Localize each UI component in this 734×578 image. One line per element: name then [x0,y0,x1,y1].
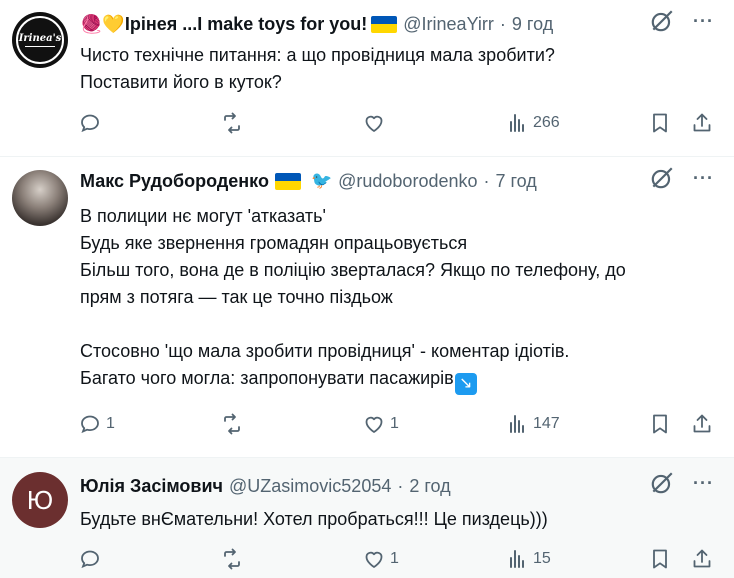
tweet-time[interactable]: 7 год [496,171,537,192]
separator-dot: · [499,13,506,34]
heart-icon [365,115,383,132]
bookmark-button[interactable] [648,412,672,436]
reply-icon [81,415,99,434]
bookmark-icon [653,414,667,434]
tweet-text: Чисто технічне питання: а що провідниця … [80,45,555,92]
author-handle[interactable]: @UZasimovic52054 [229,476,391,497]
avatar[interactable]: Irinea's [12,12,68,68]
share-button[interactable] [690,412,714,436]
heart-icon [365,416,383,433]
avatar[interactable]: Ю [12,472,68,528]
action-bar: 266 [78,111,714,139]
views-button[interactable]: 147 [505,412,560,436]
retweet-icon [224,413,240,435]
bookmark-button[interactable] [648,111,672,135]
author-handle[interactable]: @IrineaYirr [403,14,494,35]
like-button[interactable]: 1 [362,412,399,436]
views-button[interactable]: 266 [505,111,560,135]
views-icon [510,550,524,568]
heart-icon [365,551,383,568]
avatar-logo-line [25,46,55,47]
views-count: 147 [533,415,560,432]
tweet-header: Юлія Засімович @UZasimovic52054 · 2 год [80,474,722,498]
ukraine-flag-icon [371,15,398,33]
reply-button[interactable]: 1 [78,412,115,436]
bookmark-button[interactable] [648,547,672,571]
retweet-icon [224,112,240,134]
retweet-button[interactable] [220,412,248,436]
more-options-icon[interactable]: ··· [693,168,714,189]
author-handle[interactable]: @rudoborodenko [338,171,477,192]
retweet-icon [224,548,240,570]
views-icon [510,114,524,132]
tweet-header: 🧶💛Ірінея ...I make toys for you! @Irinea… [80,12,722,36]
like-count: 1 [390,550,399,567]
more-options-icon[interactable]: ··· [693,473,714,494]
views-button[interactable]: 15 [505,547,551,571]
like-button[interactable] [362,111,390,135]
author-name[interactable]: Юлія Засімович [80,476,223,497]
action-bar: 1 15 [78,547,714,575]
grok-icon[interactable] [649,165,675,191]
share-icon [693,549,711,568]
tweet-text-body: В полиции нє могут 'атказать' Будь яке з… [80,206,626,388]
views-icon [510,415,524,433]
views-count: 15 [533,550,551,567]
share-button[interactable] [690,547,714,571]
tweet-text: Будьте внЄмательни! Хотел пробраться!!! … [80,509,548,529]
share-icon [693,113,711,132]
avatar[interactable] [12,170,68,226]
tweet[interactable]: Irinea's 🧶💛Ірінея ...I make toys for you… [0,0,734,156]
bookmark-icon [653,113,667,133]
tweet[interactable]: Ю Юлія Засімович @UZasimovic52054 · 2 го… [0,458,734,578]
like-count: 1 [390,415,399,432]
separator-dot: · [397,475,404,496]
reply-button[interactable] [78,111,106,135]
ukraine-flag-icon [274,172,301,190]
action-bar: 1 1 147 [78,412,714,440]
bookmark-icon [653,549,667,569]
grok-icon[interactable] [649,8,675,34]
retweet-button[interactable] [220,111,248,135]
reply-icon [81,550,99,569]
retweet-button[interactable] [220,547,248,571]
arrow-down-right-emoji-icon: ↘ [454,373,477,395]
reply-icon [81,114,99,133]
more-options-icon[interactable]: ··· [693,11,714,32]
avatar-initial: Ю [26,484,54,515]
share-icon [693,414,711,433]
tweet-time[interactable]: 9 год [512,14,553,35]
share-button[interactable] [690,111,714,135]
author-name[interactable]: 🧶💛Ірінея ...I make toys for you! [80,14,367,35]
reply-button[interactable] [78,547,106,571]
reply-count: 1 [106,415,115,432]
avatar-logo-text: Irinea's [18,33,62,44]
tweet[interactable]: Макс Рудобороденко 🐦 @rudoborodenko · 7 … [0,157,734,457]
tweet-time[interactable]: 2 год [409,476,450,497]
tweet-header: Макс Рудобороденко 🐦 @rudoborodenko · 7 … [80,169,722,193]
like-button[interactable]: 1 [362,547,399,571]
tweet-text: В полиции нє могут 'атказать' Будь яке з… [80,203,714,395]
name-emoji: 🧶💛 [80,13,125,34]
separator-dot: · [483,170,490,191]
author-name[interactable]: Макс Рудобороденко [80,171,269,192]
avatar-logo: Irinea's [16,16,64,64]
author-name-text: Ірінея ...I make toys for you! [124,13,368,34]
grok-icon[interactable] [649,470,675,496]
views-count: 266 [533,114,560,131]
bird-emoji-icon: 🐦 [310,171,333,190]
